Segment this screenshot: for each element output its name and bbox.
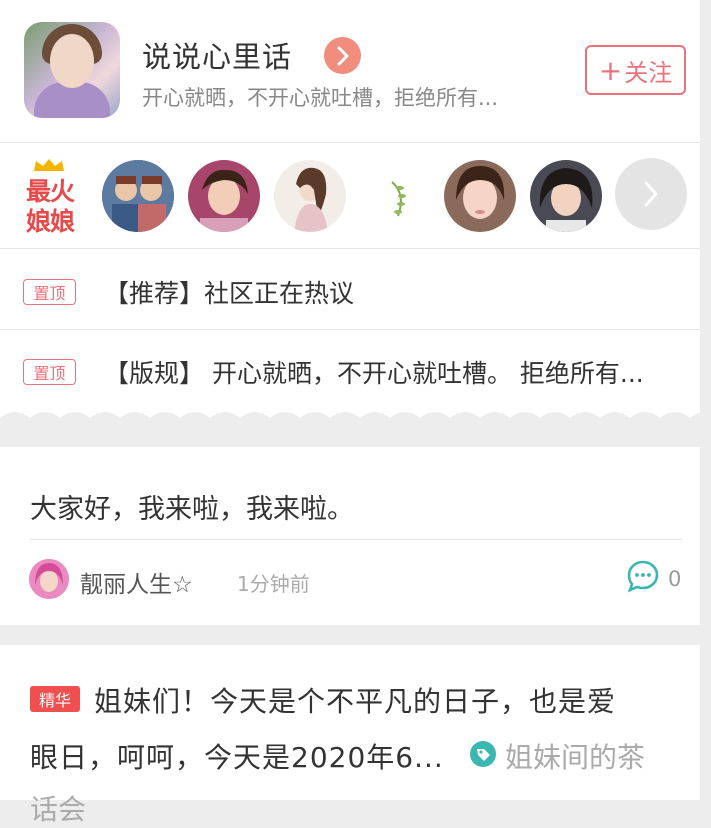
- author-photo: [29, 559, 69, 599]
- author-name[interactable]: 靓丽人生☆: [80, 565, 193, 599]
- avatar-face-shape: [50, 34, 94, 88]
- wave-edge-decoration: [0, 412, 700, 424]
- pinned-title: 【版规】 开心就晒，不开心就吐槽。 拒绝所有...: [104, 359, 644, 388]
- post-content[interactable]: 大家好，我来啦，我来啦。: [30, 487, 354, 526]
- chevron-right-icon: [337, 46, 348, 65]
- post-title-line[interactable]: 姐妹们！今天是个不平凡的日子，也是爱: [94, 680, 616, 720]
- post-title-line[interactable]: 眼日，呵呵，今天是2020年6...: [30, 736, 444, 776]
- pinned-tag: 置顶: [23, 279, 76, 305]
- comment-icon[interactable]: [626, 559, 660, 593]
- more-members-button[interactable]: [615, 158, 687, 230]
- author-avatar[interactable]: [29, 559, 69, 599]
- member-photo: [188, 160, 260, 232]
- member-photo: [274, 160, 346, 232]
- divider: [0, 329, 700, 330]
- member-photo: [360, 160, 432, 232]
- crown-icon: [34, 159, 64, 171]
- topic-link-continued[interactable]: 话会: [30, 788, 86, 828]
- member-avatar[interactable]: [360, 160, 432, 232]
- member-photo: [444, 160, 516, 232]
- topic-link[interactable]: 姐妹间的茶: [505, 736, 645, 776]
- follow-button[interactable]: + 关注: [585, 45, 686, 95]
- group-detail-button[interactable]: [324, 37, 361, 74]
- comment-count: 0: [668, 567, 682, 591]
- elite-tag: 精华: [30, 686, 80, 712]
- hot-badge-line2: 娘娘: [26, 207, 75, 236]
- divider: [0, 248, 700, 249]
- pinned-tag: 置顶: [23, 359, 76, 385]
- plus-icon: +: [598, 53, 623, 87]
- pinned-title: 【推荐】社区正在热议: [104, 279, 355, 308]
- group-subtitle: 开心就晒，不开心就吐槽，拒绝所有...: [142, 86, 499, 110]
- post-card[interactable]: 精华 姐妹们！今天是个不平凡的日子，也是爱 眼日，呵呵，今天是2020年6...…: [0, 645, 700, 826]
- divider: [30, 539, 682, 540]
- post-card[interactable]: 大家好，我来啦，我来啦。 靓丽人生☆ 1分钟前 0: [0, 447, 700, 625]
- pinned-post[interactable]: 置顶 【推荐】社区正在热议: [0, 252, 700, 332]
- member-avatar[interactable]: [102, 160, 174, 232]
- members-row: 最火 娘娘: [0, 142, 700, 248]
- member-photo: [530, 160, 602, 232]
- group-title[interactable]: 说说心里话: [142, 34, 292, 76]
- follow-label: 关注: [624, 58, 673, 87]
- chevron-right-icon: [644, 181, 658, 207]
- group-header: 说说心里话 开心就晒，不开心就吐槽，拒绝所有... + 关注: [0, 0, 700, 142]
- member-photo: [102, 160, 174, 232]
- pinned-post[interactable]: 置顶 【版规】 开心就晒，不开心就吐槽。 拒绝所有...: [0, 332, 700, 412]
- group-header-card: 说说心里话 开心就晒，不开心就吐槽，拒绝所有... + 关注 最火 娘娘 置顶 …: [0, 0, 700, 424]
- member-avatar[interactable]: [274, 160, 346, 232]
- member-avatar[interactable]: [530, 160, 602, 232]
- post-time: 1分钟前: [237, 572, 310, 596]
- member-avatar[interactable]: [188, 160, 260, 232]
- member-avatar[interactable]: [444, 160, 516, 232]
- tag-icon: [470, 741, 496, 767]
- group-avatar[interactable]: [24, 22, 120, 118]
- hot-members-badge[interactable]: 最火 娘娘: [24, 158, 94, 236]
